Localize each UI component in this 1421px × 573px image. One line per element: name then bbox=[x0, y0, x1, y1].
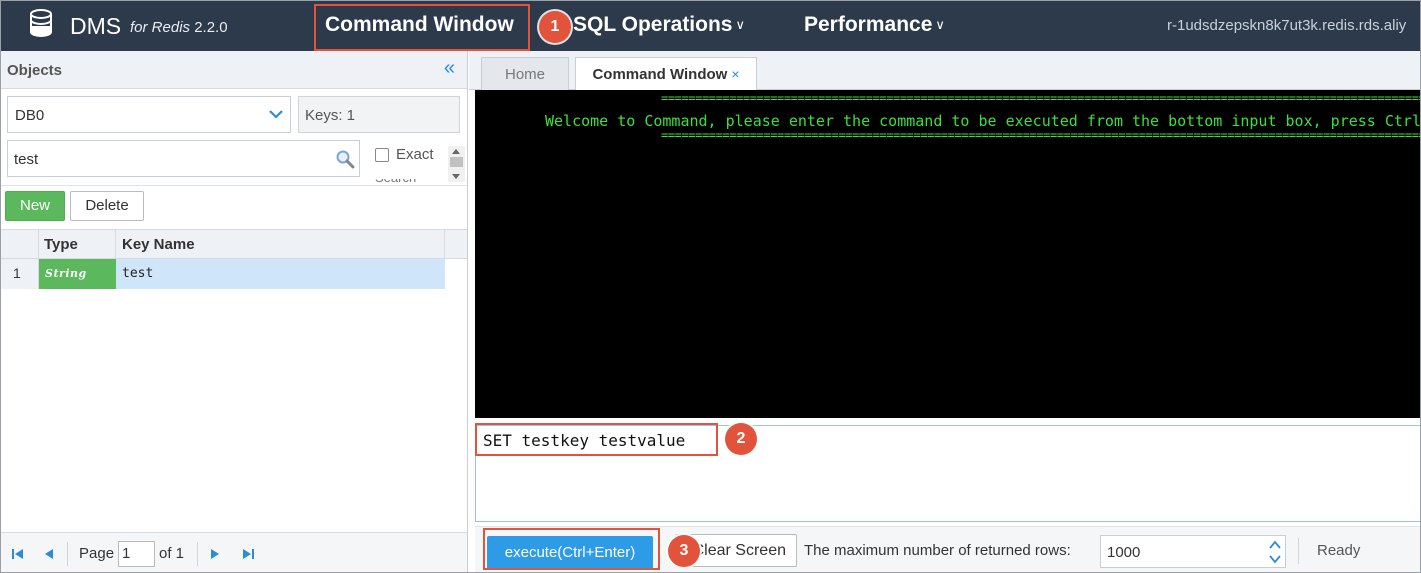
command-toolbar: execute(Ctrl+Enter) Clear Screen The max… bbox=[475, 526, 1420, 572]
console-separator: ========================================… bbox=[661, 91, 1421, 105]
brand-name: DMS bbox=[70, 13, 122, 39]
tab-bar: Home Command Window × bbox=[469, 51, 1420, 91]
search-icon[interactable] bbox=[335, 149, 355, 169]
scroll-thumb[interactable] bbox=[450, 157, 463, 167]
next-page-icon[interactable] bbox=[209, 547, 221, 561]
scroll-down-icon[interactable] bbox=[452, 174, 460, 179]
step-marker-2: 2 bbox=[725, 423, 757, 455]
objects-panel: Objects « DB0 Keys: 1 test Exact Search bbox=[1, 51, 468, 572]
instance-id: r-1udsdzepskn8k7ut3k.redis.rds.aliy bbox=[1167, 17, 1407, 34]
previous-page-icon[interactable] bbox=[43, 547, 55, 561]
type-badge-string: String bbox=[39, 259, 116, 289]
column-header-type[interactable]: Type bbox=[44, 236, 78, 253]
command-input[interactable]: SET testkey testvalue bbox=[475, 425, 1420, 522]
exact-checkbox-box[interactable] bbox=[375, 147, 389, 162]
max-rows-value: 1000 bbox=[1107, 544, 1141, 561]
table-row[interactable]: 1 String test bbox=[1, 259, 467, 289]
key-search-value: test bbox=[14, 151, 39, 168]
row-number-header bbox=[1, 230, 39, 258]
database-select-value: DB0 bbox=[15, 107, 45, 124]
tab-command-window[interactable]: Command Window × bbox=[575, 57, 757, 91]
chevron-down-icon: ∨ bbox=[935, 17, 945, 32]
page-number-input[interactable]: 1 bbox=[118, 541, 155, 567]
keys-table-header: Type Key Name bbox=[1, 229, 467, 259]
database-select[interactable]: DB0 bbox=[7, 96, 291, 133]
row-number: 1 bbox=[1, 259, 39, 289]
number-spinner-icon[interactable] bbox=[1269, 539, 1281, 565]
database-logo-icon bbox=[30, 9, 52, 38]
exact-match-checkbox[interactable]: Exact bbox=[375, 146, 434, 163]
page-label: Page bbox=[79, 545, 115, 562]
nav-command-window[interactable]: Command Window bbox=[325, 13, 514, 37]
first-page-icon[interactable] bbox=[11, 547, 25, 561]
brand-subtitle: for Redis 2.2.0 bbox=[130, 19, 228, 36]
nav-performance[interactable]: Performance ∨ bbox=[804, 13, 945, 37]
app-window: DMS for Redis 2.2.0 Command Window SQL O… bbox=[0, 0, 1421, 573]
close-tab-icon[interactable]: × bbox=[731, 66, 739, 82]
key-search-input[interactable]: test bbox=[7, 140, 360, 177]
delete-key-button[interactable]: Delete bbox=[70, 191, 144, 221]
divider bbox=[1, 185, 467, 186]
command-output-console: ========================================… bbox=[475, 90, 1421, 418]
step-marker-3: 3 bbox=[668, 535, 700, 567]
pagination-bar: Page 1 of 1 bbox=[1, 532, 467, 572]
objects-panel-header: Objects « bbox=[1, 51, 467, 89]
top-navigation-bar: DMS for Redis 2.2.0 Command Window SQL O… bbox=[1, 1, 1420, 51]
max-rows-label: The maximum number of returned rows: bbox=[804, 542, 1071, 559]
options-scrollbar[interactable] bbox=[448, 146, 465, 182]
chevron-down-icon bbox=[269, 110, 283, 119]
keys-count: Keys: 1 bbox=[298, 96, 460, 133]
tab-home[interactable]: Home bbox=[481, 57, 569, 90]
scroll-up-icon[interactable] bbox=[452, 149, 460, 154]
execute-button[interactable]: execute(Ctrl+Enter) bbox=[487, 536, 653, 569]
console-separator: ========================================… bbox=[661, 128, 1421, 142]
step-marker-1: 1 bbox=[539, 11, 571, 43]
chevron-down-icon: ∨ bbox=[735, 17, 745, 32]
page-total-label: of 1 bbox=[159, 545, 185, 562]
exact-label: Exact bbox=[396, 146, 434, 163]
version-label: 2.2.0 bbox=[194, 19, 228, 36]
new-key-button[interactable]: New bbox=[5, 191, 65, 221]
objects-panel-title: Objects bbox=[7, 62, 63, 79]
nav-sql-operations[interactable]: SQL Operations ∨ bbox=[573, 13, 745, 37]
last-page-icon[interactable] bbox=[241, 547, 255, 561]
column-header-key-name[interactable]: Key Name bbox=[122, 236, 195, 253]
collapse-panel-icon[interactable]: « bbox=[444, 57, 455, 80]
command-panel: Home Command Window × ===================… bbox=[469, 51, 1421, 572]
max-rows-input[interactable]: 1000 bbox=[1100, 535, 1286, 568]
status-text: Ready bbox=[1317, 542, 1361, 559]
keys-table: Type Key Name 1 String test bbox=[1, 229, 467, 289]
key-name-cell[interactable]: test bbox=[116, 259, 445, 289]
command-input-value: SET testkey testvalue bbox=[483, 431, 686, 450]
